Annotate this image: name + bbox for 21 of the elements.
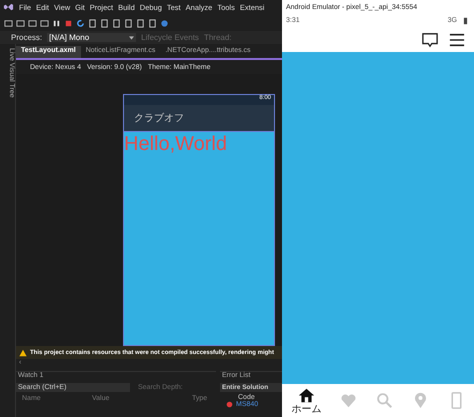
error-icon	[226, 401, 233, 408]
app-title: クラブオフ	[134, 112, 184, 125]
battery-icon	[463, 16, 468, 24]
stop-icon[interactable]	[64, 18, 73, 28]
menu-icon[interactable]	[448, 32, 466, 48]
warning-icon	[19, 348, 27, 356]
chat-icon[interactable]	[421, 32, 439, 48]
restart-icon[interactable]	[76, 18, 85, 28]
nav-tab[interactable]: ホーム	[291, 386, 322, 414]
thread-label: Thread:	[204, 33, 232, 42]
process-label: Process:	[11, 33, 42, 42]
caret-icon	[129, 36, 134, 40]
home-icon	[298, 386, 315, 404]
search-icon	[376, 392, 393, 409]
heart-icon	[340, 392, 358, 409]
globe-icon[interactable]	[160, 18, 169, 28]
lifecycle-label: Lifecycle Events	[141, 33, 199, 42]
hello-text: Hello,World	[124, 133, 227, 155]
logo-icon	[3, 2, 14, 13]
process-dropdown[interactable]: [N/A] Mono	[47, 33, 136, 42]
pause-icon[interactable]	[52, 18, 61, 28]
